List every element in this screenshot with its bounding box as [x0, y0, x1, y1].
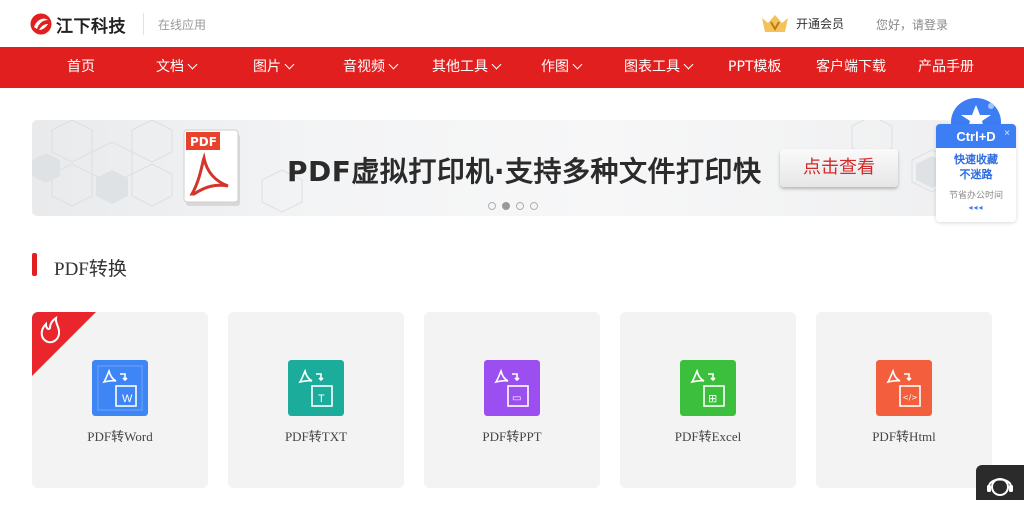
- tool-card-label: PDF转PPT: [482, 429, 542, 444]
- carousel-dot[interactable]: [488, 202, 496, 210]
- brand-logo-icon: [30, 13, 52, 35]
- nav-item-label: 客户端下载: [816, 59, 886, 75]
- site-subtitle: 在线应用: [158, 18, 207, 32]
- tool-card-pdf-to-ppt[interactable]: ▭ PDF转PPT: [424, 312, 600, 488]
- login-link[interactable]: 您好，请登录: [876, 16, 948, 33]
- tool-card-pdf-to-html[interactable]: </> PDF转Html: [816, 312, 992, 488]
- arrow-left-icon: ◂◂◂: [968, 203, 984, 212]
- banner-title: PDF虚拟打印机·支持多种文件打印快: [287, 155, 762, 188]
- tool-card-pdf-to-excel[interactable]: ⊞ PDF转Excel: [620, 312, 796, 488]
- tool-card-label: PDF转TXT: [284, 429, 348, 444]
- vip-label: 开通会员: [796, 16, 845, 31]
- header-divider: [143, 13, 144, 35]
- nav-item-label: 作图: [541, 59, 569, 75]
- nav-item-chart-tools[interactable]: 图表工具: [624, 47, 694, 88]
- svg-text:▭: ▭: [512, 393, 521, 404]
- carousel-dot[interactable]: [530, 202, 538, 210]
- svg-text:</>: </>: [903, 393, 918, 402]
- svg-text:T: T: [318, 393, 325, 405]
- pdf-to-ppt-icon: ▭: [484, 360, 540, 416]
- nav-item-label: 首页: [67, 59, 95, 75]
- bookmark-widget[interactable]: Ctrl+D × 快速收藏 不迷路 节省办公时间 ◂◂◂: [936, 96, 1016, 224]
- headset-icon: [987, 478, 1013, 496]
- nav-item-drawing[interactable]: 作图: [541, 47, 583, 88]
- nav-item-documents[interactable]: 文档: [156, 47, 198, 88]
- customer-service-button[interactable]: [976, 465, 1024, 500]
- pdf-to-excel-icon: ⊞: [680, 360, 736, 416]
- nav-item-audio-video[interactable]: 音视频: [343, 47, 399, 88]
- pdf-to-txt-icon: T: [288, 360, 344, 416]
- crown-icon: [762, 15, 788, 32]
- section-title: PDF转换: [54, 259, 127, 280]
- vip-button[interactable]: 开通会员: [760, 12, 844, 34]
- promo-banner[interactable]: PDF PDF虚拟打印机·支持多种文件打印快 点击查看: [32, 120, 992, 216]
- chevron-down-icon: [284, 59, 295, 70]
- section-accent-bar: [32, 253, 37, 276]
- brand-name: 江下科技: [56, 16, 126, 37]
- svg-text:⊞: ⊞: [708, 392, 717, 405]
- nav-item-ppt-templates[interactable]: PPT模板: [728, 47, 781, 88]
- pdf-to-html-icon: </>: [876, 360, 932, 416]
- pdf-icon-text: PDF: [190, 135, 217, 149]
- close-icon[interactable]: ×: [1004, 128, 1010, 139]
- hot-badge: [32, 312, 96, 376]
- carousel-dots: [488, 202, 538, 210]
- tool-card-pdf-to-word[interactable]: W PDF转Word: [32, 312, 208, 488]
- tool-card-label: PDF转Word: [87, 429, 153, 444]
- carousel-dot-active[interactable]: [502, 202, 510, 210]
- carousel-dot[interactable]: [516, 202, 524, 210]
- pdf-to-word-icon: W: [92, 360, 148, 416]
- nav-item-label: 音视频: [343, 59, 385, 75]
- nav-item-label: 图表工具: [624, 59, 680, 75]
- svg-text:W: W: [122, 393, 133, 405]
- chevron-down-icon: [187, 59, 198, 70]
- nav-item-label: 其他工具: [432, 59, 488, 75]
- nav-item-label: 文档: [156, 59, 184, 75]
- tool-card-pdf-to-txt[interactable]: T PDF转TXT: [228, 312, 404, 488]
- chevron-down-icon: [572, 59, 583, 70]
- main-nav: 首页 文档 图片 音视频 其他工具 作图 图表工具 PPT模板 客户端下载 产品…: [0, 47, 1024, 88]
- nav-item-label: 图片: [253, 59, 281, 75]
- chevron-down-icon: [491, 59, 502, 70]
- nav-item-label: PPT模板: [728, 59, 782, 75]
- tool-card-label: PDF转Excel: [674, 429, 742, 444]
- bookmark-note: 节省办公时间: [948, 190, 1003, 200]
- nav-item-product-manual[interactable]: 产品手册: [918, 47, 974, 88]
- pdf-file-icon: PDF: [183, 129, 240, 206]
- nav-item-client-download[interactable]: 客户端下载: [816, 47, 886, 88]
- bookmark-card: Ctrl+D × 快速收藏 不迷路 节省办公时间 ◂◂◂: [936, 124, 1016, 222]
- view-details-button[interactable]: 点击查看: [780, 149, 898, 187]
- chevron-down-icon: [683, 59, 694, 70]
- chevron-down-icon: [388, 59, 399, 70]
- nav-item-home[interactable]: 首页: [67, 47, 95, 88]
- brand-logo[interactable]: 江下科技: [30, 11, 126, 37]
- nav-item-images[interactable]: 图片: [253, 47, 295, 88]
- nav-item-other-tools[interactable]: 其他工具: [432, 47, 502, 88]
- bookmark-line1: 快速收藏 不迷路: [954, 154, 998, 181]
- top-bar: 江下科技 在线应用 开通会员 您好，请登录: [0, 0, 1024, 47]
- tool-card-label: PDF转Html: [872, 429, 936, 444]
- nav-item-label: 产品手册: [918, 59, 974, 75]
